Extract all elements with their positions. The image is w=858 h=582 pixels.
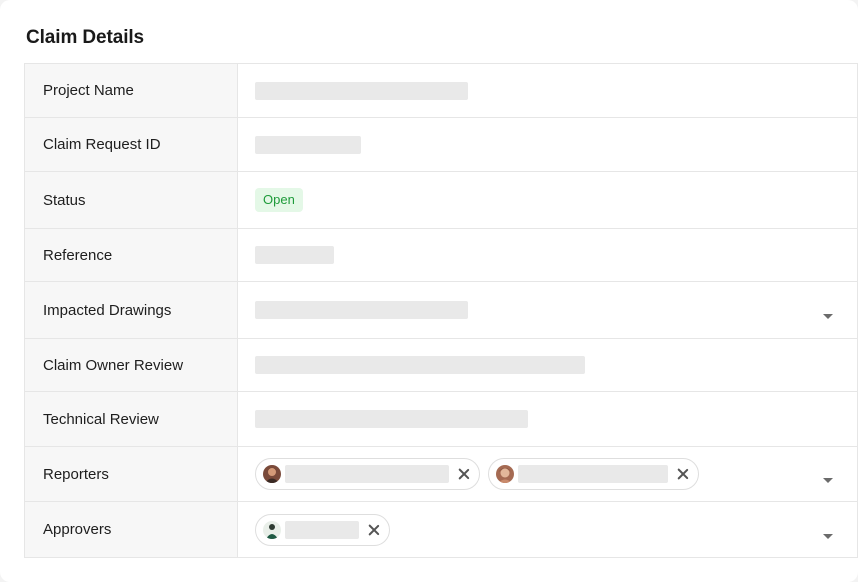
redacted-value	[255, 410, 528, 428]
close-icon[interactable]	[457, 467, 471, 481]
redacted-value	[255, 356, 585, 374]
avatar	[263, 520, 281, 539]
chevron-down-icon[interactable]	[823, 533, 833, 539]
redacted-name	[518, 465, 668, 483]
row-reporters[interactable]: Reporters	[24, 446, 858, 502]
technical-review-value	[237, 391, 858, 447]
row-label: Status	[24, 171, 238, 229]
row-label: Claim Request ID	[24, 117, 238, 172]
row-status: Status Open	[24, 171, 858, 229]
row-claim-request-id: Claim Request ID	[24, 117, 858, 172]
redacted-value	[255, 301, 468, 319]
row-label: Reference	[24, 228, 238, 282]
redacted-name	[285, 465, 449, 483]
redacted-value	[255, 246, 334, 264]
claim-owner-review-value	[237, 338, 858, 392]
reporter-chips	[255, 458, 857, 490]
reporter-chip[interactable]	[488, 458, 699, 490]
reference-value	[237, 228, 858, 282]
row-label: Claim Owner Review	[24, 338, 238, 392]
status-value: Open	[237, 171, 858, 229]
status-badge: Open	[255, 188, 303, 212]
card-title: Claim Details	[26, 27, 145, 48]
reporters-select[interactable]	[237, 446, 858, 502]
redacted-name	[285, 520, 359, 539]
row-label: Approvers	[24, 501, 238, 558]
chevron-down-icon[interactable]	[823, 314, 833, 319]
row-technical-review: Technical Review	[24, 391, 858, 447]
claim-details-card: Claim Details Project Name Claim Request…	[0, 0, 858, 582]
close-icon[interactable]	[676, 467, 690, 481]
row-label: Reporters	[24, 446, 238, 502]
approvers-select[interactable]	[237, 501, 858, 558]
claim-request-id-value	[237, 117, 858, 172]
row-reference: Reference	[24, 228, 858, 282]
approver-chips	[255, 513, 857, 546]
project-name-value	[237, 63, 858, 118]
claim-details-table: Project Name Claim Request ID Status Ope…	[24, 63, 858, 558]
avatar	[496, 465, 514, 483]
close-icon[interactable]	[367, 523, 381, 537]
row-impacted-drawings[interactable]: Impacted Drawings	[24, 281, 858, 339]
chevron-down-icon[interactable]	[823, 478, 833, 483]
row-label: Technical Review	[24, 391, 238, 447]
impacted-drawings-select[interactable]	[237, 281, 858, 339]
row-approvers[interactable]: Approvers	[24, 501, 858, 558]
avatar	[263, 465, 281, 483]
redacted-value	[255, 135, 361, 154]
row-label: Project Name	[24, 63, 238, 118]
row-claim-owner-review: Claim Owner Review	[24, 338, 858, 392]
reporter-chip[interactable]	[255, 458, 480, 490]
approver-chip[interactable]	[255, 513, 390, 546]
redacted-value	[255, 81, 468, 100]
row-label: Impacted Drawings	[24, 281, 238, 339]
row-project-name: Project Name	[24, 63, 858, 118]
